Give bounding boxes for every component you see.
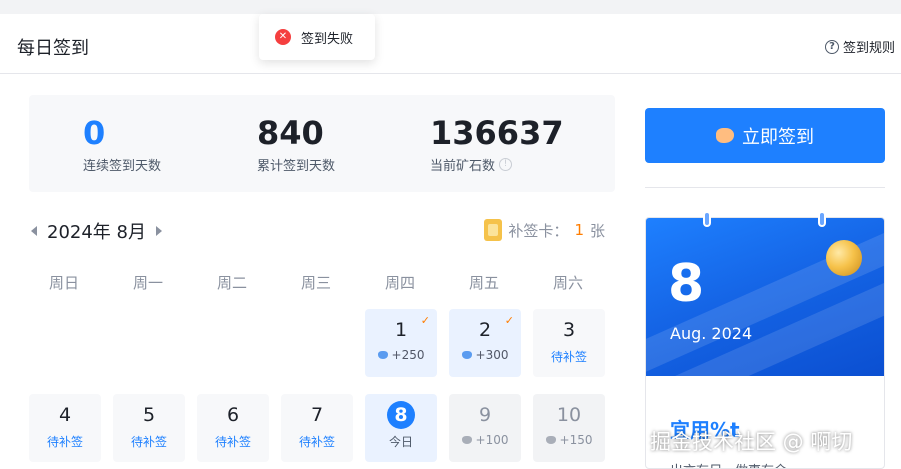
calendar-day[interactable]: 4 待补签 [29,394,101,462]
binder-ring-icon [818,211,826,227]
ore-icon [716,128,734,143]
calendar-day: 10 +150 [533,394,605,462]
calendar-day[interactable]: ✓ 2 +300 [449,309,521,377]
weekday-wed: 周三 [300,274,331,292]
weekday-mon: 周一 [132,274,163,292]
date-card-month: Aug. 2024 [670,324,753,343]
stat-label: 累计签到天数 [257,159,336,174]
watermark: 掘金技术社区 @ 啊切 [650,430,853,454]
top-strip [0,0,901,14]
ore-icon [461,351,472,359]
calendar-day: 9 +100 [449,394,521,462]
ore-icon [377,351,388,359]
date-card-banner: 8 Aug. 2024 [646,218,884,376]
day-number: 9 [478,404,492,426]
divider [645,187,885,188]
day-reward: +150 [559,433,593,447]
day-number: 5 [142,404,156,426]
day-status: 待补签 [130,435,167,449]
rules-link[interactable]: ? 签到规则 [824,37,895,56]
day-status: 待补签 [46,435,83,449]
weekday-tue: 周二 [216,274,247,292]
info-icon[interactable]: ! [499,158,513,171]
stat-value: 0 [83,114,106,152]
day-number: 8 [387,401,415,429]
check-icon: ✓ [504,314,514,327]
error-toast: ✕ 签到失败 [259,14,375,60]
toast-message: 签到失败 [301,31,354,47]
stat-total: 840 累计签到天数 [257,113,335,174]
calendar-day-today[interactable]: 8 今日 [365,394,437,462]
stat-continuous: 0 连续签到天数 [83,113,161,174]
makeup-card-count: 1 [574,221,584,239]
date-card-sub: 出言有尺，做事有余 [670,460,787,468]
header: 每日签到 ? 签到规则 [0,14,901,74]
weekday-sat: 周六 [552,274,583,292]
rules-label: 签到规则 [842,41,895,56]
day-number: 7 [310,404,324,426]
calendar-day[interactable]: 5 待补签 [113,394,185,462]
ore-icon [545,436,556,444]
stat-label: 连续签到天数 [83,159,162,174]
weekday-thu: 周四 [384,274,415,292]
error-icon: ✕ [275,29,291,45]
calendar-day[interactable]: 3 待补签 [533,309,605,377]
stat-ore: 136637 当前矿石数 ! [430,113,564,174]
day-reward: +300 [475,348,509,362]
date-card-day: 8 [668,254,705,314]
month-nav: 2024年 8月 [31,218,162,244]
day-reward: +250 [391,348,425,362]
day-number: 4 [58,404,72,426]
weekday-fri: 周五 [468,274,499,292]
day-status: 待补签 [214,435,251,449]
stat-value: 136637 [430,114,564,152]
month-label: 2024年 8月 [47,222,146,243]
makeup-card-label: 补签卡： [508,221,569,240]
day-reward: +100 [475,433,509,447]
binder-ring-icon [703,211,711,227]
signin-button-label: 立即签到 [742,126,814,148]
calendar-day[interactable]: ✓ 1 +250 [365,309,437,377]
stat-value: 840 [257,114,324,152]
day-status: 待补签 [550,350,587,364]
ore-icon [461,436,472,444]
day-number: 3 [562,319,576,341]
prev-month-icon[interactable] [31,226,37,236]
calendar-day[interactable]: 6 待补签 [197,394,269,462]
day-status: 今日 [388,435,413,449]
stat-label: 当前矿石数 [430,159,496,174]
question-circle-icon: ? [824,39,839,54]
makeup-card-icon [484,219,503,241]
calendar-day[interactable]: 7 待补签 [281,394,353,462]
makeup-card-info: 补签卡： 1 张 [484,219,605,241]
day-number: 10 [556,404,582,426]
day-number: 6 [226,404,240,426]
weekday-sun: 周日 [48,274,79,292]
check-icon: ✓ [420,314,430,327]
makeup-card-unit: 张 [589,221,605,240]
page-title: 每日签到 [17,38,89,59]
day-status: 待补签 [298,435,335,449]
signin-button[interactable]: 立即签到 [645,108,885,163]
stats-panel: 0 连续签到天数 840 累计签到天数 136637 当前矿石数 ! [29,95,615,192]
next-month-icon[interactable] [155,226,162,236]
gold-ball-icon [826,240,862,276]
